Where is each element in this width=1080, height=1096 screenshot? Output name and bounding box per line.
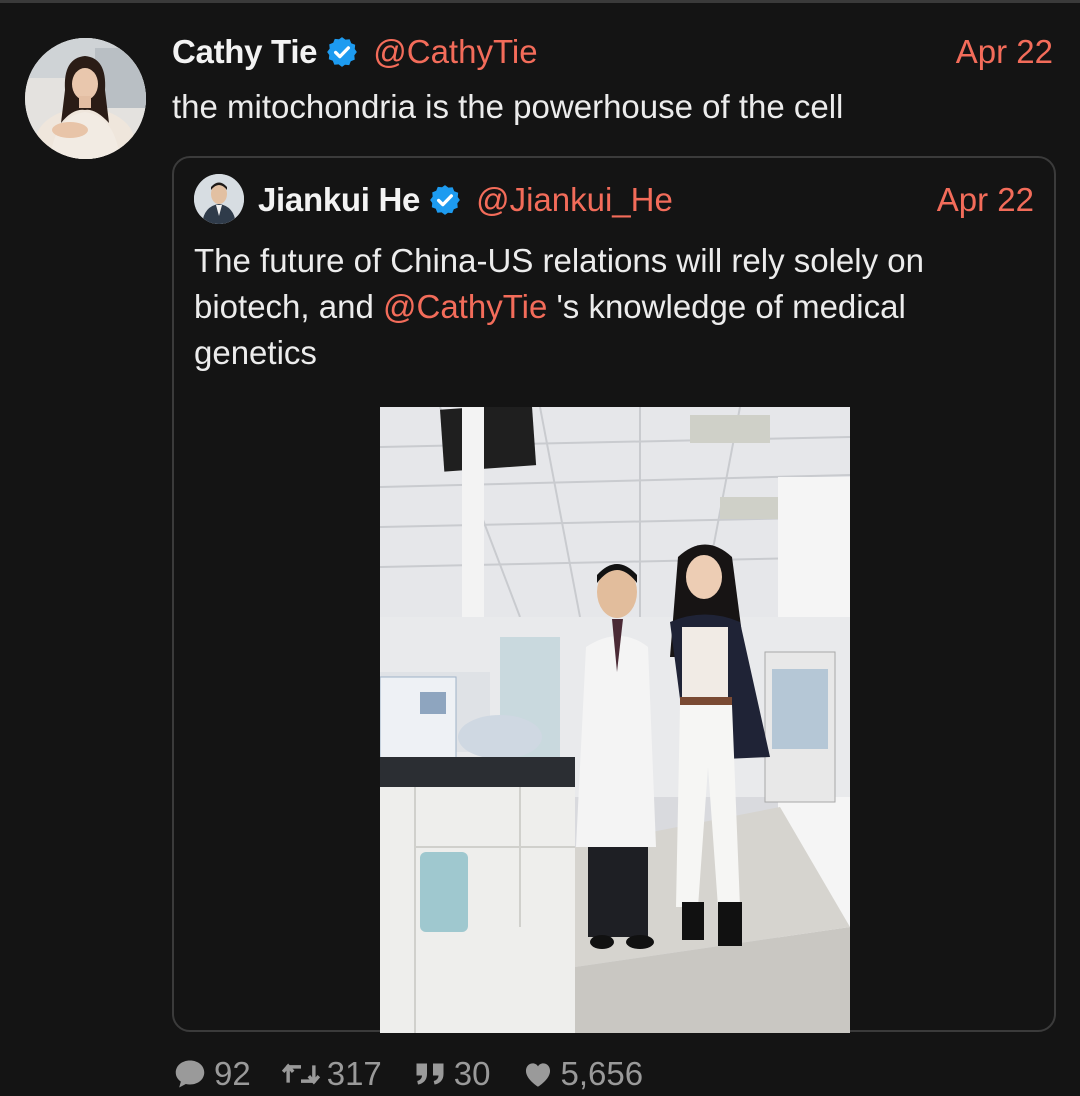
mention-link[interactable]: @CathyTie [383,288,547,325]
reply-icon [175,1060,205,1088]
quoted-text: The future of China-US relations will re… [194,238,1014,376]
quoted-author-handle[interactable]: @Jiankui_He [476,181,673,219]
verified-badge-icon [428,183,462,217]
retweet-icon [281,1063,320,1085]
avatar[interactable] [25,38,146,159]
like-count: 5,656 [560,1055,644,1092]
quoted-header: Jiankui He @Jiankui_He [258,178,673,222]
verified-badge-icon [325,35,359,69]
quoted-date[interactable]: Apr 22 [937,178,1034,222]
engagement-bar: 92 317 30 5,656 [172,1052,673,1096]
author-handle[interactable]: @CathyTie [373,33,537,71]
reply-button[interactable]: 92 [172,1055,251,1093]
quoted-avatar[interactable] [194,174,244,224]
tweet-text: the mitochondria is the powerhouse of th… [172,88,844,125]
heart-icon [525,1063,550,1087]
like-button[interactable]: 5,656 [521,1055,644,1093]
tweet-header: Cathy Tie @CathyTie [172,30,538,74]
quote-icon [416,1063,444,1085]
quoted-tweet[interactable]: Jiankui He @Jiankui_He Apr 22 The future… [172,156,1056,1033]
quote-count: 30 [453,1055,491,1092]
tweet-date[interactable]: Apr 22 [956,30,1053,74]
author-name[interactable]: Cathy Tie [172,33,318,71]
attached-photo[interactable] [380,407,850,1033]
retweet-count: 317 [326,1055,382,1092]
reply-count: 92 [214,1055,251,1092]
quote-button[interactable]: 30 [412,1055,491,1093]
quoted-author-name[interactable]: Jiankui He [258,181,420,219]
top-divider [0,0,1080,3]
retweet-button[interactable]: 317 [281,1055,382,1093]
